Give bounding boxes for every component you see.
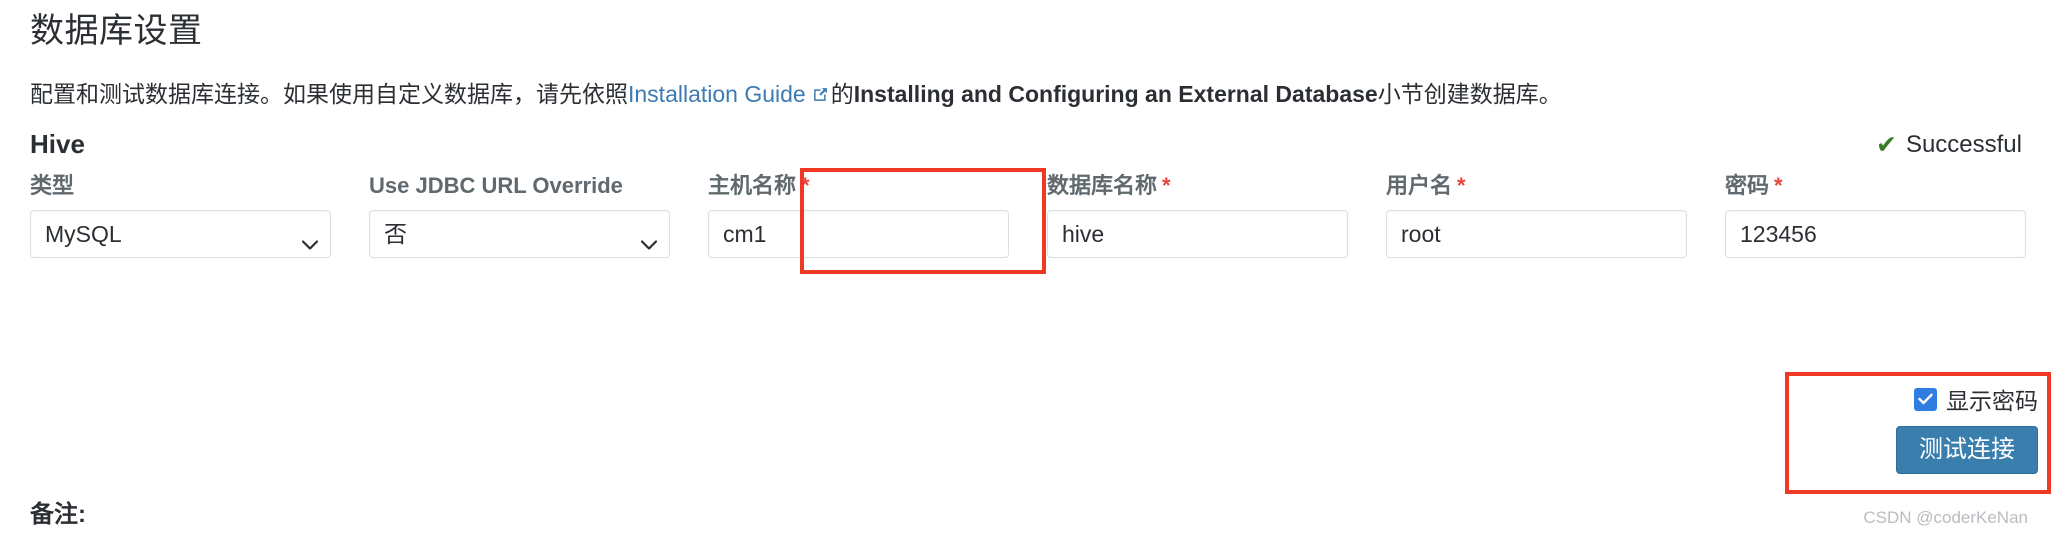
watermark: CSDN @coderKeNan xyxy=(1863,508,2028,527)
field-jdbc-url-override: Use JDBC URL Override 否 xyxy=(369,171,670,258)
jdbc-url-override-select[interactable]: 否 xyxy=(369,210,670,258)
test-connection-button[interactable]: 测试连接 xyxy=(1896,426,2038,475)
hostname-input[interactable]: cm1 xyxy=(708,210,1009,258)
intro-text-tail: 小节创建数据库。 xyxy=(1377,81,1562,107)
field-label-password-text: 密码 xyxy=(1725,173,1770,198)
intro-text-before-link: 配置和测试数据库连接。如果使用自定义数据库，请先依照 xyxy=(30,81,628,107)
section-title-hive: Hive xyxy=(30,129,85,159)
required-marker: * xyxy=(1162,173,1171,198)
required-marker: * xyxy=(1774,173,1783,198)
field-label-database-name-text: 数据库名称 xyxy=(1047,173,1158,198)
chevron-down-icon xyxy=(301,229,319,250)
installation-guide-link[interactable]: Installation Guide xyxy=(628,81,831,107)
database-form-grid: 类型 MySQL Use JDBC URL Override 否 主机名称 * c… xyxy=(30,171,2026,258)
jdbc-url-override-select-value: 否 xyxy=(384,220,407,247)
required-marker: * xyxy=(801,173,810,198)
status-badge: ✔ Successful xyxy=(1876,131,2026,159)
database-settings-page: 数据库设置 配置和测试数据库连接。如果使用自定义数据库，请先依照Installa… xyxy=(0,0,2056,540)
status-label: Successful xyxy=(1905,131,2022,158)
field-label-database-name: 数据库名称 * xyxy=(1047,171,1348,201)
installation-guide-link-label: Installation Guide xyxy=(628,81,806,107)
notes-label: 备注: xyxy=(30,501,86,528)
required-marker: * xyxy=(1457,173,1466,198)
page-title: 数据库设置 xyxy=(30,12,203,50)
field-label-username-text: 用户名 xyxy=(1386,173,1453,198)
password-input-value: 123456 xyxy=(1740,220,1817,247)
field-database-name: 数据库名称 * hive xyxy=(1047,171,1348,258)
database-name-input[interactable]: hive xyxy=(1047,210,1348,258)
external-link-icon xyxy=(812,86,829,103)
password-input[interactable]: 123456 xyxy=(1725,210,2026,258)
field-label-jdbc-url-override: Use JDBC URL Override xyxy=(369,171,670,201)
type-select[interactable]: MySQL xyxy=(30,210,331,258)
hostname-input-value: cm1 xyxy=(723,220,767,247)
field-label-password: 密码 * xyxy=(1725,171,2026,201)
username-input[interactable]: root xyxy=(1386,210,1687,258)
show-password-checkbox-row[interactable]: 显示密码 xyxy=(1914,382,2038,416)
field-label-hostname-text: 主机名称 xyxy=(708,173,797,198)
field-label-username: 用户名 * xyxy=(1386,171,1687,201)
chevron-down-icon xyxy=(640,229,658,250)
field-username: 用户名 * root xyxy=(1386,171,1687,258)
field-label-type: 类型 xyxy=(30,171,331,201)
intro-bold-text: Installing and Configuring an External D… xyxy=(853,81,1378,107)
field-password: 密码 * 123456 xyxy=(1725,171,2026,258)
show-password-label: 显示密码 xyxy=(1946,388,2038,414)
intro-paragraph: 配置和测试数据库连接。如果使用自定义数据库，请先依照Installation G… xyxy=(30,77,2026,111)
field-type: 类型 MySQL xyxy=(30,171,331,258)
actions-panel: 显示密码 测试连接 xyxy=(1800,382,2038,475)
section-header-row: Hive ✔ Successful xyxy=(30,125,2026,159)
field-label-hostname: 主机名称 * xyxy=(708,171,1009,201)
checkbox-checked-icon[interactable] xyxy=(1914,387,1937,411)
database-name-input-value: hive xyxy=(1062,220,1105,247)
check-icon: ✔ xyxy=(1875,130,1897,159)
field-label-type-text: 类型 xyxy=(30,173,75,198)
username-input-value: root xyxy=(1401,220,1441,247)
type-select-value: MySQL xyxy=(45,220,122,247)
field-label-jdbc-url-override-text: Use JDBC URL Override xyxy=(369,173,623,198)
intro-text-after-link: 的 xyxy=(830,81,854,107)
field-hostname: 主机名称 * cm1 xyxy=(708,171,1009,258)
